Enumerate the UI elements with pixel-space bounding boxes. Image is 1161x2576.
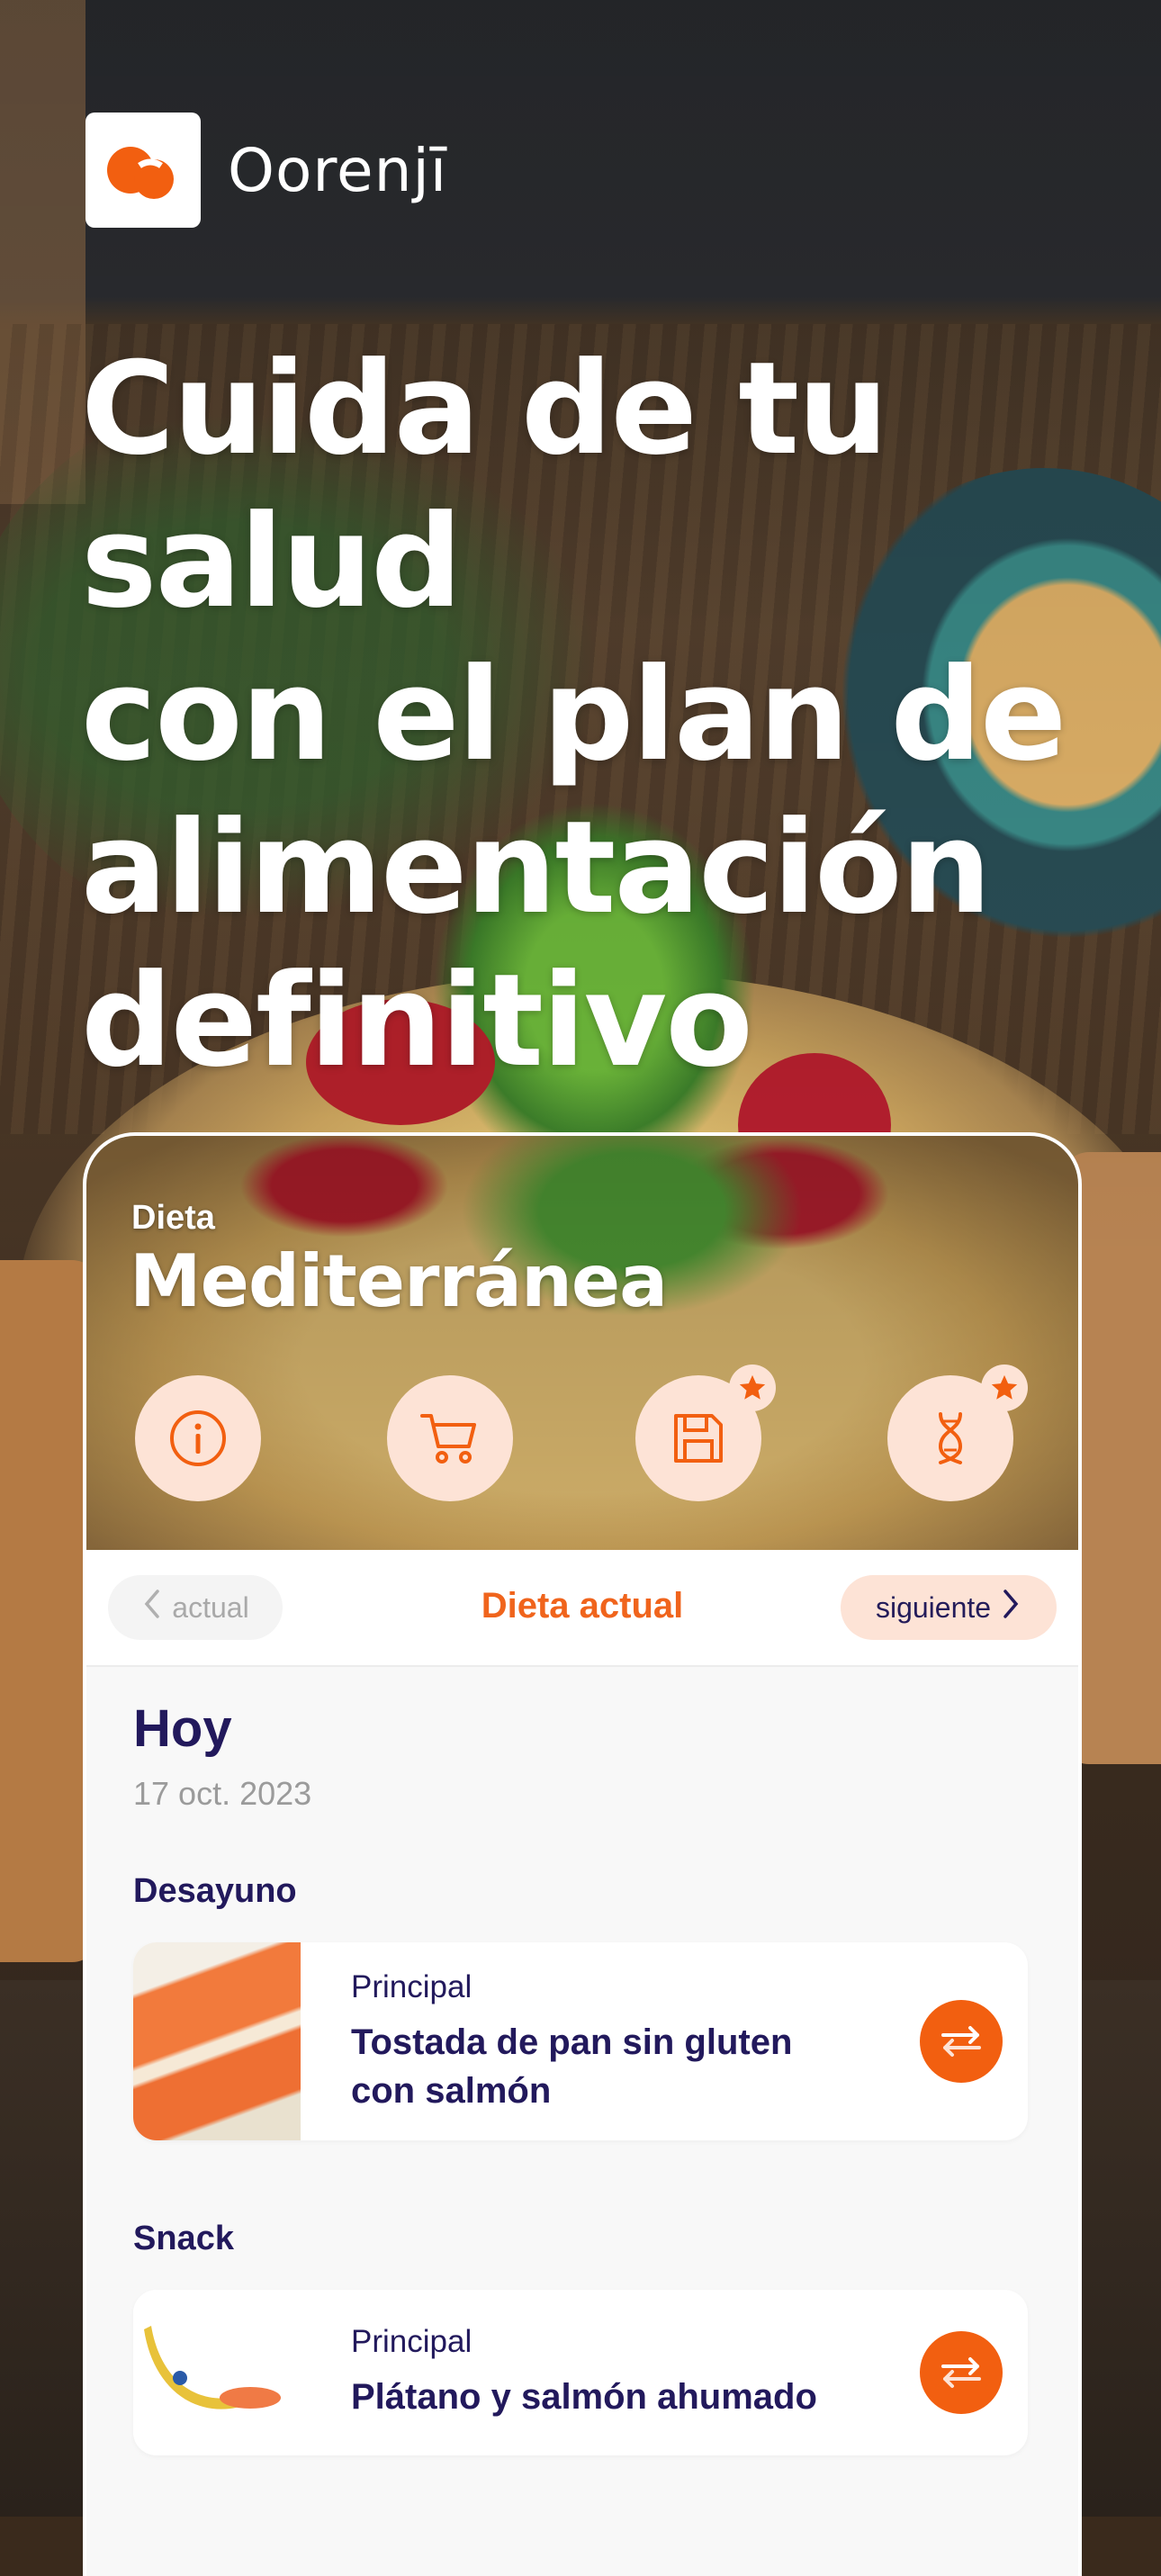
app-preview-card: Dieta Mediterránea actual Dieta actual s… [83, 1132, 1082, 2576]
shopping-cart-button[interactable] [387, 1375, 513, 1501]
dna-icon [938, 1412, 963, 1464]
hero-line: con el plan de [81, 641, 1066, 789]
star-badge [729, 1365, 776, 1411]
star-icon [991, 1374, 1018, 1400]
save-button[interactable] [635, 1365, 776, 1501]
next-diet-button[interactable]: siguiente [841, 1575, 1057, 1640]
diet-navigation: actual Dieta actual siguiente [86, 1550, 1078, 1667]
cart-icon [420, 1414, 476, 1464]
brand-name: Oorenjī [228, 135, 448, 205]
meal-name: Tostada de pan sin gluten con salmón [351, 2022, 793, 2111]
banana-salmon-image [133, 2290, 301, 2455]
swap-arrows-icon [941, 2357, 981, 2388]
orange-logo-icon [86, 113, 201, 228]
brand-logo: Oorenjī [86, 113, 447, 228]
hero-headline: Cuida de tu salud con el plan de aliment… [81, 333, 1071, 1098]
swap-meal-button[interactable] [920, 2331, 1003, 2414]
meal-type: Principal [351, 2324, 472, 2359]
hero-line: alimentación [81, 794, 992, 942]
meal-card[interactable]: Principal Tostada de pan sin gluten con … [133, 1942, 1028, 2140]
star-icon [739, 1374, 766, 1400]
diet-name: Mediterránea [130, 1239, 668, 1323]
meal-card[interactable]: Principal Plátano y salmón ahumado [133, 2290, 1028, 2455]
next-label: siguiente [875, 1590, 992, 1624]
swap-meal-button[interactable] [920, 2000, 1003, 2083]
diet-label: Dieta [131, 1199, 215, 1237]
dna-button[interactable] [887, 1365, 1028, 1501]
salmon-toast-image [133, 1942, 301, 2140]
meal-type: Principal [351, 1969, 472, 2004]
meal-name: Plátano y salmón ahumado [351, 2377, 817, 2417]
day-date: 17 oct. 2023 [133, 1775, 312, 1812]
info-icon [170, 1410, 226, 1466]
info-button[interactable] [135, 1375, 261, 1501]
swap-arrows-icon [941, 2026, 981, 2057]
meal-section-label: Desayuno [133, 1872, 297, 1910]
meal-section-label: Snack [133, 2220, 234, 2257]
chevron-right-icon [1002, 1588, 1022, 1627]
hero-line: Cuida de tu salud [81, 335, 888, 636]
save-icon [674, 1414, 723, 1463]
day-title: Hoy [133, 1699, 232, 1758]
star-badge [981, 1365, 1028, 1411]
hero-line: definitivo [81, 947, 753, 1095]
